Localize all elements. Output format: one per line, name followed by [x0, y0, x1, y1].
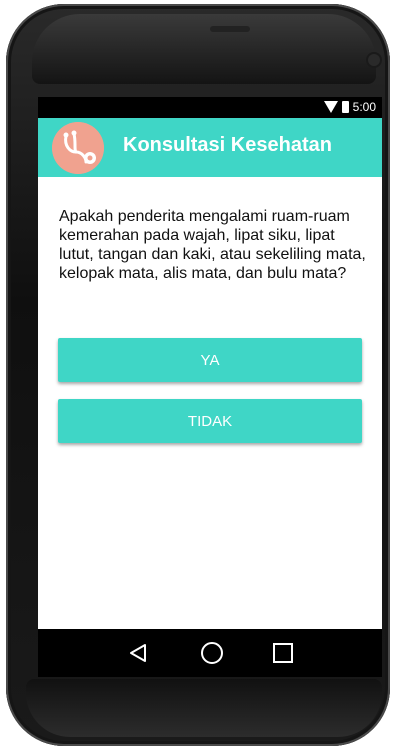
status-time: 5:00: [352, 100, 376, 114]
stethoscope-icon: [52, 122, 104, 174]
navigation-bar: [38, 629, 382, 677]
home-circle-icon[interactable]: [201, 642, 223, 664]
app-title: Konsultasi Kesehatan: [123, 134, 332, 156]
wifi-icon: [323, 101, 338, 113]
app-bar: Konsultasi Kesehatan: [38, 118, 382, 177]
phone-bottom-bezel: [26, 679, 382, 737]
front-camera: [368, 54, 380, 66]
recent-square-icon[interactable]: [273, 643, 293, 663]
speaker-grille: [210, 26, 250, 32]
yes-button[interactable]: YA: [58, 338, 362, 382]
no-button[interactable]: TIDAK: [58, 399, 362, 443]
status-icons: 5:00: [323, 100, 376, 114]
phone-frame: 5:00 Konsultasi Kesehatan Apakah penderi…: [6, 4, 390, 746]
screen: 5:00 Konsultasi Kesehatan Apakah penderi…: [38, 97, 382, 677]
back-triangle-icon[interactable]: [128, 643, 148, 668]
phone-top-bezel: [32, 14, 380, 84]
question-text: Apakah penderita mengalami ruam-ruam kem…: [59, 208, 366, 282]
battery-icon: [341, 101, 349, 113]
status-bar: 5:00: [38, 97, 382, 118]
